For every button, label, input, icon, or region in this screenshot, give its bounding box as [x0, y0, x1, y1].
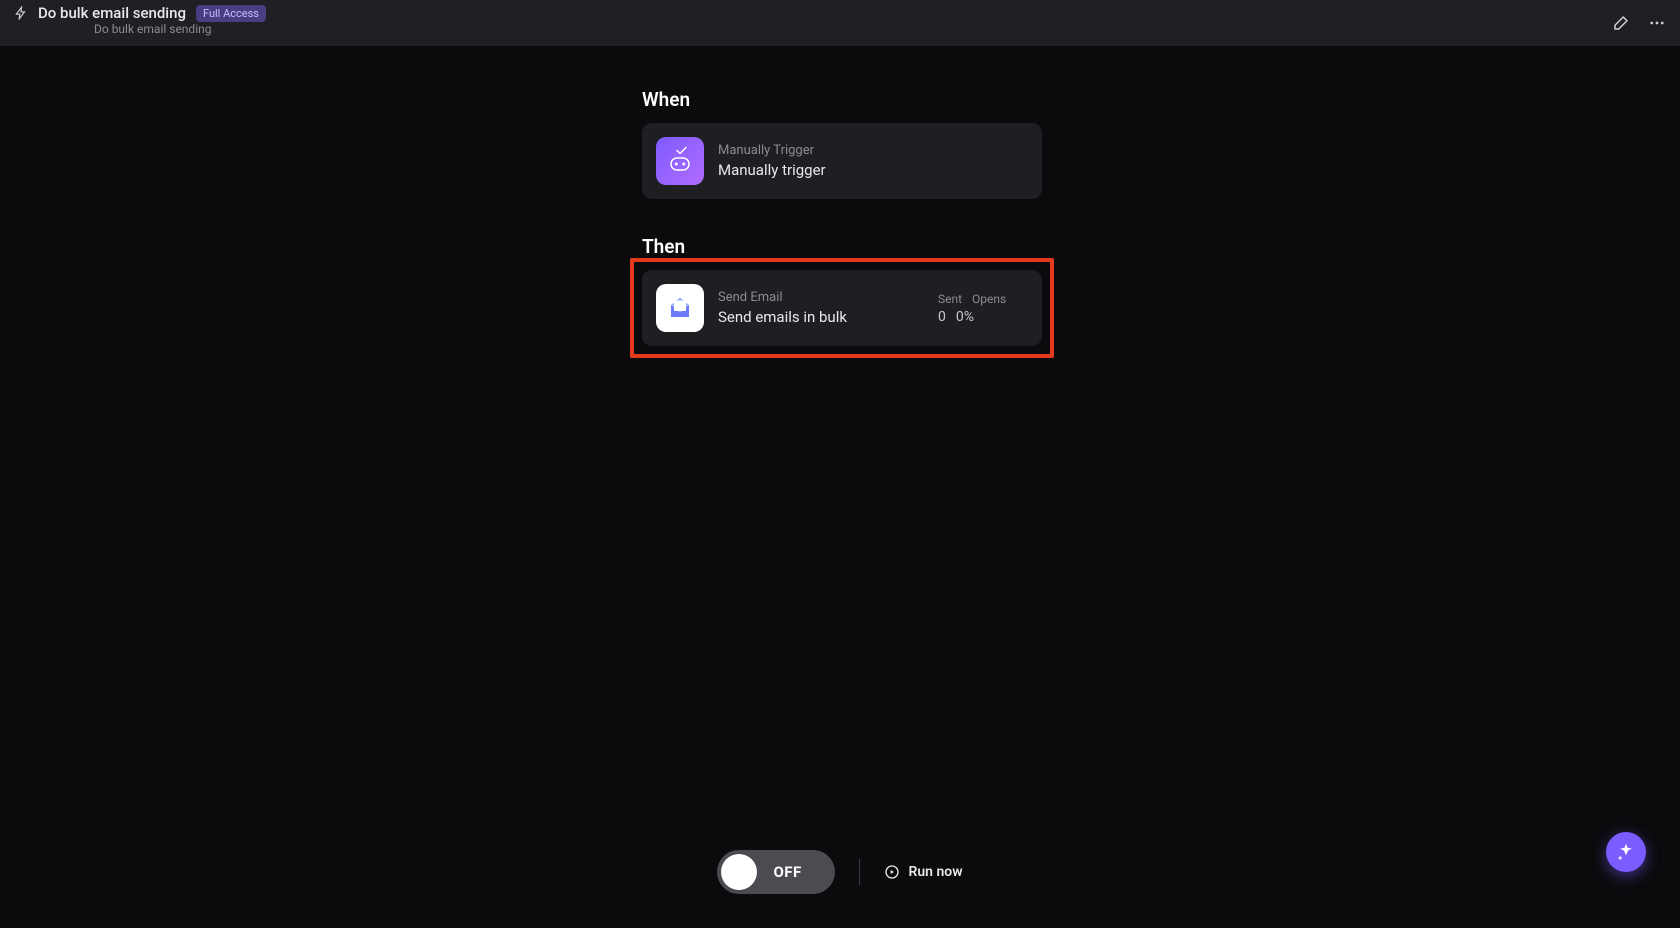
automation-toggle[interactable]: OFF — [717, 850, 835, 894]
action-type-label: Send Email — [718, 290, 924, 305]
stats-header-sent: Sent — [938, 292, 962, 306]
trigger-type-label: Manually Trigger — [718, 143, 1028, 158]
stats-sent-value: 0 — [938, 309, 946, 325]
page-subtitle: Do bulk email sending — [94, 22, 266, 36]
app-header: Do bulk email sending Full Access Do bul… — [0, 0, 1680, 46]
page-title: Do bulk email sending — [38, 4, 186, 22]
workflow-canvas: When Manually Trigger Manually trigger T… — [0, 46, 1680, 928]
stats-values: 0 0% — [938, 309, 1028, 325]
highlight-box: Send Email Send emails in bulk Sent Open… — [630, 258, 1054, 358]
stats-header-opens: Opens — [972, 292, 1006, 306]
run-now-button[interactable]: Run now — [884, 864, 962, 880]
bolt-icon — [14, 6, 28, 20]
title-row: Do bulk email sending Full Access — [14, 4, 266, 22]
toggle-knob — [721, 854, 757, 890]
stats-opens-value: 0% — [956, 309, 974, 325]
stats-header: Sent Opens — [938, 292, 1028, 306]
divider — [859, 859, 860, 885]
action-card[interactable]: Send Email Send emails in bulk Sent Open… — [642, 270, 1042, 346]
action-card-text: Send Email Send emails in bulk — [718, 290, 924, 326]
email-icon — [656, 284, 704, 332]
robot-icon — [656, 137, 704, 185]
trigger-title: Manually trigger — [718, 161, 1028, 179]
run-now-label: Run now — [908, 864, 962, 880]
trigger-card[interactable]: Manually Trigger Manually trigger — [642, 123, 1042, 199]
section-when-label: When — [642, 88, 1042, 111]
access-badge: Full Access — [196, 5, 266, 22]
more-icon[interactable] — [1648, 14, 1666, 32]
header-right — [1612, 4, 1666, 32]
action-stats: Sent Opens 0 0% — [938, 292, 1028, 325]
assistant-fab[interactable] — [1606, 832, 1646, 872]
bottom-bar: OFF Run now — [0, 850, 1680, 894]
header-left: Do bulk email sending Full Access Do bul… — [14, 4, 266, 36]
workflow-column: When Manually Trigger Manually trigger T… — [642, 46, 1042, 358]
toggle-label: OFF — [773, 863, 801, 881]
section-then-label: Then — [642, 235, 1042, 258]
action-title: Send emails in bulk — [718, 308, 924, 326]
trigger-card-text: Manually Trigger Manually trigger — [718, 143, 1028, 179]
edit-icon[interactable] — [1612, 14, 1630, 32]
play-icon — [884, 864, 900, 880]
